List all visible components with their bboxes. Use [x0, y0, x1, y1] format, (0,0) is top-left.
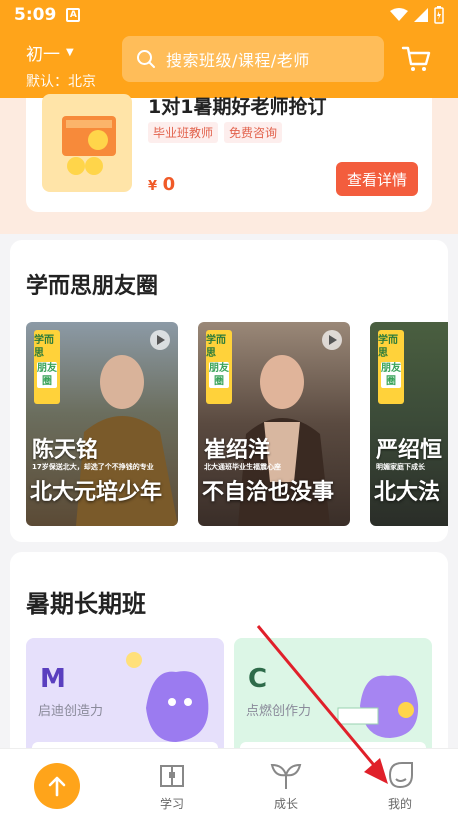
battery-icon — [434, 6, 444, 24]
course-letter: C — [248, 664, 268, 694]
price-value: 0 — [162, 174, 176, 195]
book-icon — [160, 765, 184, 787]
tab-mine[interactable]: 我的 — [360, 749, 440, 814]
promo-thumbnail — [42, 94, 132, 192]
video-person-name: 严绍恒 — [376, 438, 443, 463]
status-bar: 5:09 A — [0, 0, 458, 30]
caret-down-icon: ▼ — [66, 47, 74, 58]
promo-tags: 毕业班教师 免费咨询 — [148, 122, 283, 143]
tab-growth[interactable]: 成长 — [246, 749, 326, 814]
friends-circle-section: 学而思朋友圈 学而思 朋友圈 陈天铭 17岁保送北大，却选了个不挣钱的专业 北大元… — [10, 240, 448, 542]
friends-circle-badge: 学而思 朋友圈 — [34, 330, 60, 404]
promo-price: ¥ 0 — [148, 174, 175, 195]
status-icons — [390, 6, 444, 24]
play-icon[interactable] — [322, 330, 342, 350]
grade-dropdown[interactable]: 初一 ▼ — [26, 40, 96, 65]
course-card-chinese[interactable]: C 点燃创作力 — [234, 638, 432, 752]
view-details-button[interactable]: 查看详情 — [336, 162, 418, 196]
video-subtitle: 明媚家庭下成长 — [376, 463, 425, 471]
profile-face-icon — [388, 762, 413, 789]
section-title-friends: 学而思朋友圈 — [26, 274, 159, 299]
video-carousel[interactable]: 学而思 朋友圈 陈天铭 17岁保送北大，却选了个不挣钱的专业 北大元培少年 学而思… — [26, 322, 448, 526]
wifi-icon — [390, 8, 408, 21]
tab-label: 成长 — [273, 797, 298, 811]
grade-selector[interactable]: 初一 ▼ 默认：北京 — [26, 40, 96, 91]
search-placeholder: 搜索班级/课程/老师 — [166, 51, 310, 70]
friends-circle-badge: 学而思 朋友圈 — [378, 330, 404, 404]
tab-label: 我的 — [387, 797, 412, 811]
video-card[interactable]: 学而思 朋友圈 陈天铭 17岁保送北大，却选了个不挣钱的专业 北大元培少年 — [26, 322, 178, 526]
app-header: 5:09 A 初一 ▼ 默认：北京 搜索班级/课程/老师 — [0, 0, 458, 98]
notification-a-icon: A — [66, 8, 81, 22]
top-bar: 初一 ▼ 默认：北京 搜索班级/课程/老师 — [0, 34, 458, 90]
promo-title: 1对1暑期好老师抢订 — [148, 96, 327, 118]
price-currency: ¥ — [148, 179, 158, 194]
signal-icon — [414, 8, 428, 22]
arrow-up-icon — [48, 776, 66, 797]
promo-card[interactable]: 1对1暑期好老师抢订 毕业班教师 免费咨询 ¥ 0 查看详情 — [26, 94, 432, 212]
video-slogan: 不自洽也没事 — [202, 480, 335, 505]
video-slogan: 北大法 — [374, 480, 441, 505]
course-name: 启迪创造力 — [38, 704, 104, 719]
video-card[interactable]: 学而思 朋友圈 崔绍洋 北大通班毕业生福震心座 不自洽也没事 — [198, 322, 350, 526]
tab-study[interactable]: 学习 — [132, 749, 212, 814]
summer-classes-section: 暑期长期班 M 启迪创造力 C 点燃创作力 — [10, 552, 448, 752]
status-time: 5:09 — [14, 5, 57, 25]
tab-label: 学习 — [159, 797, 184, 811]
promo-tag: 毕业班教师 — [148, 122, 219, 143]
location-label: 默认：北京 — [26, 74, 96, 90]
video-slogan: 北大元培少年 — [30, 480, 163, 505]
search-bar[interactable]: 搜索班级/课程/老师 — [122, 36, 384, 82]
video-subtitle: 17岁保送北大，却选了个不挣钱的专业 — [32, 463, 154, 471]
grade-label: 初一 — [26, 45, 60, 65]
scroll-to-top-button[interactable] — [34, 763, 80, 809]
video-subtitle: 北大通班毕业生福震心座 — [204, 463, 281, 471]
video-card[interactable]: 学而思 朋友圈 严绍恒 明媚家庭下成长 北大法 — [370, 322, 448, 526]
search-icon — [137, 50, 155, 68]
course-letter: M — [40, 664, 66, 694]
friends-circle-badge: 学而思 朋友圈 — [206, 330, 232, 404]
course-card-math[interactable]: M 启迪创造力 — [26, 638, 224, 752]
video-person-name: 崔绍洋 — [204, 438, 271, 463]
tutoring-illustration-icon — [62, 116, 116, 175]
section-title-summer: 暑期长期班 — [26, 590, 146, 618]
promo-section: 1对1暑期好老师抢订 毕业班教师 免费咨询 ¥ 0 查看详情 — [0, 94, 458, 234]
cart-button[interactable] — [400, 42, 436, 78]
video-person-name: 陈天铭 — [32, 438, 99, 463]
play-icon[interactable] — [150, 330, 170, 350]
purple-mascot-reading-icon — [337, 675, 419, 738]
promo-tag: 免费咨询 — [224, 122, 283, 143]
course-name: 点燃创作力 — [246, 704, 312, 719]
purple-mascot-icon — [126, 652, 209, 742]
sprout-icon — [270, 763, 302, 789]
cart-icon — [401, 46, 431, 71]
bottom-tab-bar: 学习 成长 我的 — [0, 748, 458, 814]
